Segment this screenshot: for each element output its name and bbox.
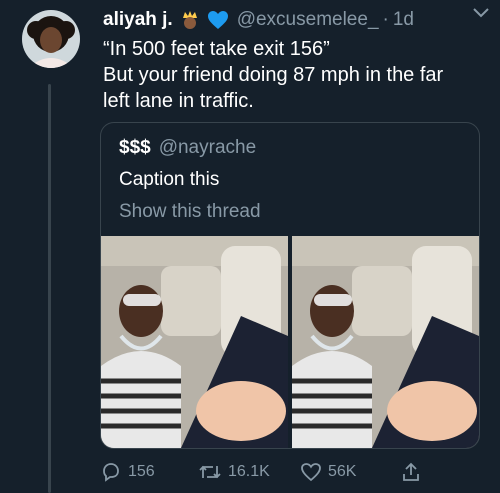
reply-count: 156 <box>128 463 155 480</box>
show-thread-link[interactable]: Show this thread <box>119 201 261 223</box>
tweet-text-line: But your friend doing 87 mph in the far <box>103 64 444 86</box>
avatar-image <box>22 10 80 68</box>
user-handle[interactable]: @excusemelee_ <box>237 9 379 31</box>
quoted-user-handle: @nayrache <box>158 137 257 158</box>
tweet-header: aliyah j. @excusemelee_ · 1d <box>103 6 488 34</box>
chevron-down-icon[interactable] <box>472 6 490 20</box>
media-image[interactable] <box>101 236 288 448</box>
share-button[interactable] <box>400 461 428 483</box>
share-icon <box>403 462 419 481</box>
tweet-text-line: left lane in traffic. <box>103 90 254 112</box>
quoted-display-name: $$$ <box>119 137 151 158</box>
reply-icon <box>103 463 119 482</box>
action-bar: 156 16.1K 56K <box>100 458 480 486</box>
quoted-tweet[interactable]: $$$ @nayrache Caption this Show this thr… <box>100 122 480 449</box>
crown-face-emoji <box>181 10 199 30</box>
heart-icon <box>301 463 321 482</box>
tweet-text-line: “In 500 feet take exit 156” <box>103 38 330 60</box>
media-image[interactable] <box>292 236 479 448</box>
avatar[interactable] <box>22 10 80 68</box>
quoted-tweet-header: $$$ @nayrache <box>119 137 256 159</box>
separator-dot: · <box>382 9 389 30</box>
reply-button[interactable]: 156 <box>100 461 155 483</box>
like-button[interactable]: 56K <box>300 461 356 483</box>
quoted-media[interactable] <box>101 236 479 448</box>
retweet-button[interactable]: 16.1K <box>198 461 270 483</box>
retweet-icon <box>199 465 221 479</box>
quoted-tweet-text: Caption this <box>119 169 220 190</box>
retweet-count: 16.1K <box>228 463 270 480</box>
display-name[interactable]: aliyah j. <box>103 9 173 31</box>
blue-heart-emoji <box>207 10 229 30</box>
tweet-text: “In 500 feet take exit 156” But your fri… <box>103 36 488 114</box>
like-count: 56K <box>328 463 357 480</box>
timestamp[interactable]: 1d <box>393 9 414 31</box>
thread-line <box>48 84 51 493</box>
